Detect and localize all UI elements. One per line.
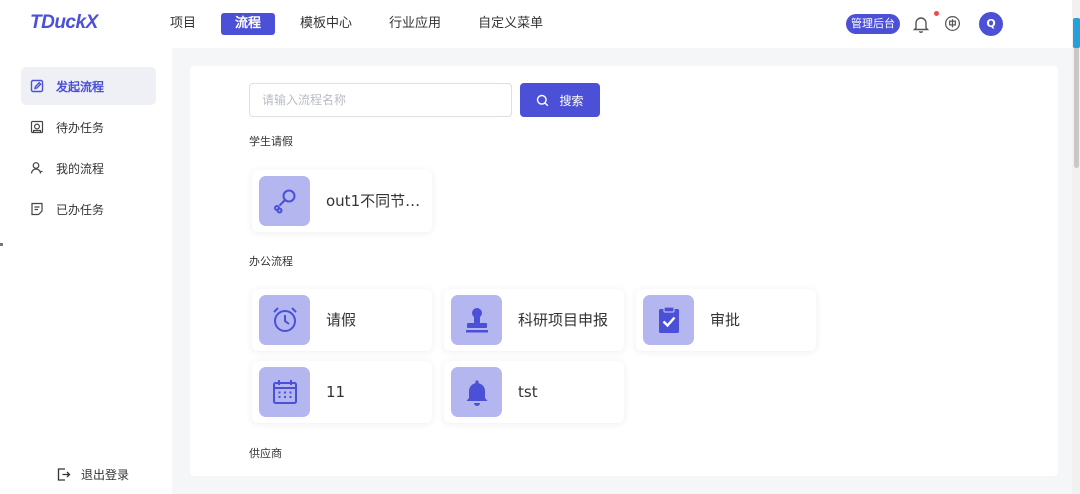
logout-icon: [57, 468, 71, 481]
search-icon: [537, 94, 549, 106]
process-card[interactable]: 请假: [252, 289, 432, 351]
process-card[interactable]: out1不同节…: [252, 170, 432, 232]
user-avatar[interactable]: Q: [979, 12, 1003, 36]
nav-item-template-center[interactable]: 模板中心: [288, 13, 364, 35]
sidebar-item-label: 已办任务: [56, 202, 105, 217]
notification-bell-icon[interactable]: [911, 14, 931, 34]
search-button-label: 搜索: [559, 93, 584, 108]
nav-item-custom-menu[interactable]: 自定义菜单: [466, 13, 555, 35]
logout-button[interactable]: 退出登录: [56, 466, 129, 483]
stamp-icon: [465, 308, 488, 333]
card-icon-bg: [259, 176, 310, 226]
group-title-office-process: 办公流程: [249, 255, 293, 268]
bell-icon: [466, 380, 487, 406]
process-card[interactable]: tst: [444, 361, 624, 423]
drumstick-icon: [273, 189, 295, 214]
nav-item-industry-apps[interactable]: 行业应用: [377, 13, 453, 35]
card-icon-bg: [643, 295, 694, 345]
edge-marker: [0, 243, 3, 246]
logout-label: 退出登录: [81, 468, 130, 482]
sidebar-item-label: 待办任务: [56, 120, 105, 135]
card-icon-bg: [451, 367, 502, 417]
notification-dot: [934, 11, 939, 16]
calendar-icon: [272, 380, 297, 404]
sidebar-item-label: 我的流程: [56, 161, 105, 176]
process-card[interactable]: 审批: [636, 289, 816, 351]
sidebar-item-todo-tasks[interactable]: 待办任务: [21, 108, 156, 146]
process-card-label: 审批: [710, 311, 741, 329]
process-card[interactable]: 11: [252, 361, 432, 423]
sidebar-item-label: 发起流程: [56, 79, 105, 94]
nav-item-process[interactable]: 流程: [221, 13, 276, 35]
alarm-clock-icon: [272, 307, 297, 332]
process-card-label: tst: [518, 383, 538, 401]
card-icon-bg: [259, 295, 310, 345]
admin-console-button[interactable]: 管理后台: [846, 14, 900, 34]
process-search-input[interactable]: [249, 83, 512, 117]
process-card-label: 11: [326, 383, 346, 401]
done-doc-icon: [31, 202, 43, 216]
process-card[interactable]: 科研项目申报: [444, 289, 624, 351]
edit-icon: [30, 79, 44, 93]
process-card-label: 请假: [326, 311, 357, 329]
process-card-label: 科研项目申报: [518, 311, 609, 329]
card-icon-bg: [451, 295, 502, 345]
top-header: TDuckX 项目 流程 模板中心 行业应用 自定义菜单 管理后台 Q: [0, 0, 1080, 48]
nav-item-projects[interactable]: 项目: [158, 13, 208, 35]
language-icon[interactable]: [944, 15, 961, 32]
process-card-label: out1不同节…: [326, 192, 421, 210]
sidebar-item-start-process[interactable]: 发起流程: [21, 67, 156, 105]
group-title-supplier: 供应商: [249, 447, 282, 460]
top-nav: 项目 流程 模板中心 行业应用 自定义菜单: [158, 13, 568, 35]
user-icon: [30, 162, 43, 174]
clipboard-check-icon: [658, 306, 679, 333]
search-button[interactable]: 搜索: [520, 83, 600, 117]
sidebar-item-done-tasks[interactable]: 已办任务: [21, 190, 156, 228]
todo-icon: [30, 120, 44, 134]
card-icon-bg: [259, 367, 310, 417]
group-title-student-leave: 学生请假: [249, 135, 293, 148]
scroll-top-button[interactable]: [1073, 18, 1080, 48]
app-logo[interactable]: TDuckX: [30, 12, 98, 34]
sidebar-item-my-processes[interactable]: 我的流程: [21, 149, 156, 187]
